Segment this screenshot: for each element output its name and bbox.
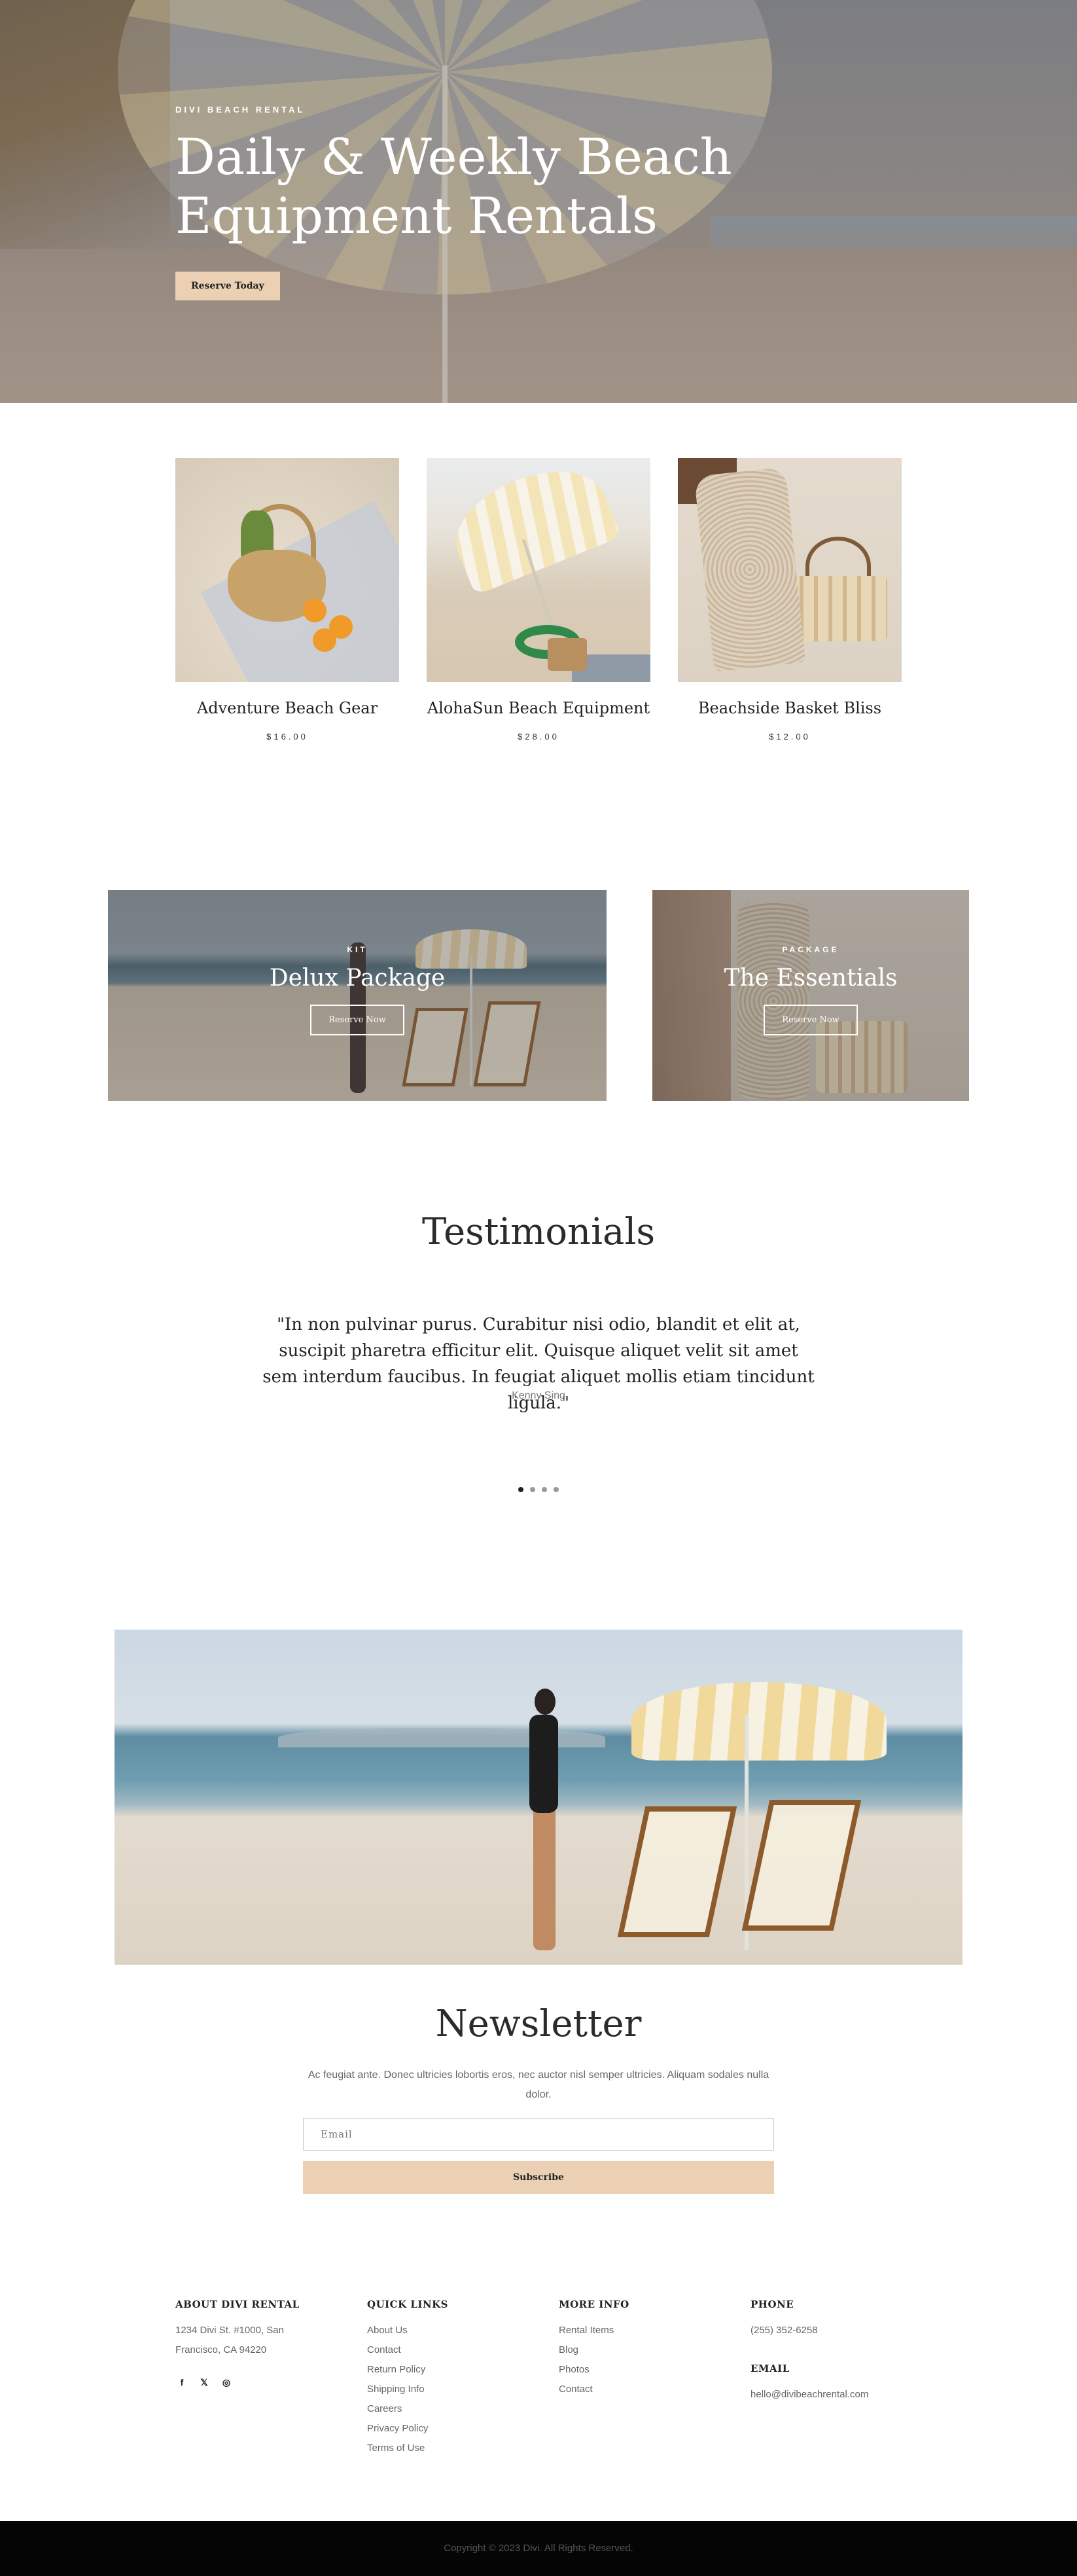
product-name[interactable]: AlohaSun Beach Equipment	[427, 699, 650, 717]
footer-link-rental-items[interactable]: Rental Items	[559, 2321, 729, 2340]
hero-title: Daily & Weekly Beach Equipment Rentals	[175, 128, 764, 245]
product-price: $16.00	[266, 732, 308, 742]
slider-dot[interactable]	[518, 1487, 523, 1492]
product-card[interactable]: Beachside Basket Bliss $12.00	[678, 458, 902, 742]
package-title: The Essentials	[724, 965, 898, 992]
product-name[interactable]: Adventure Beach Gear	[175, 699, 399, 717]
product-card[interactable]: Adventure Beach Gear $16.00	[175, 458, 399, 742]
newsletter-description: Ac feugiat ante. Donec ultricies loborti…	[308, 2069, 769, 2100]
reserve-now-button[interactable]: Reserve Now	[310, 1005, 404, 1035]
copyright-text: Copyright © 2023 Divi. All Rights Reserv…	[444, 2543, 633, 2554]
hero-content: DIVI BEACH RENTAL Daily & Weekly Beach E…	[175, 105, 764, 300]
hero-eyebrow: DIVI BEACH RENTAL	[175, 105, 306, 115]
social-links: f 𝕏 ◎	[175, 2376, 345, 2389]
facebook-icon[interactable]: f	[175, 2376, 188, 2389]
footer-address-line: 1234 Divi St. #1000, San	[175, 2325, 284, 2336]
footer-link-privacy-policy[interactable]: Privacy Policy	[367, 2419, 537, 2439]
package-content: KIT Delux Package Reserve Now	[108, 945, 607, 1035]
footer-heading: PHONE	[750, 2299, 794, 2310]
footer-link-contact[interactable]: Contact	[367, 2340, 537, 2360]
footer-link-shipping-info[interactable]: Shipping Info	[367, 2380, 537, 2399]
footer-phone[interactable]: (255) 352-6258	[750, 2321, 921, 2340]
testimonial-author: Kenny Sing	[512, 1390, 565, 1401]
slider-dot[interactable]	[530, 1487, 535, 1492]
twitter-icon[interactable]: 𝕏	[198, 2376, 211, 2389]
package-card-delux: KIT Delux Package Reserve Now	[108, 890, 607, 1101]
product-price: $12.00	[769, 732, 811, 742]
footer-link-return-policy[interactable]: Return Policy	[367, 2360, 537, 2380]
footer-heading: QUICK LINKS	[367, 2299, 449, 2310]
footer-link-terms-of-use[interactable]: Terms of Use	[367, 2439, 537, 2458]
hero-title-line-1: Daily & Weekly Beach	[175, 128, 732, 186]
footer-heading: ABOUT DIVI RENTAL	[175, 2299, 300, 2310]
package-card-essentials: PACKAGE The Essentials Reserve Now	[652, 890, 969, 1101]
more-info-list: Rental Items Blog Photos Contact	[559, 2321, 729, 2399]
testimonials-title: Testimonials	[421, 1211, 656, 1253]
product-image[interactable]	[427, 458, 650, 682]
instagram-icon[interactable]: ◎	[220, 2376, 233, 2389]
newsletter-title: Newsletter	[435, 2003, 642, 2045]
footer-link-careers[interactable]: Careers	[367, 2399, 537, 2419]
reserve-now-button[interactable]: Reserve Now	[764, 1005, 858, 1035]
reserve-today-button[interactable]: Reserve Today	[175, 272, 280, 300]
slider-dot[interactable]	[542, 1487, 547, 1492]
package-content: PACKAGE The Essentials Reserve Now	[652, 945, 969, 1035]
footer-heading: EMAIL	[750, 2363, 790, 2374]
product-name[interactable]: Beachside Basket Bliss	[678, 699, 902, 717]
footer-about-column: ABOUT DIVI RENTAL 1234 Divi St. #1000, S…	[175, 2299, 345, 2389]
subscribe-button[interactable]: Subscribe	[303, 2161, 774, 2194]
copyright-bar: Copyright © 2023 Divi. All Rights Reserv…	[0, 2521, 1077, 2576]
hero-section: DIVI BEACH RENTAL Daily & Weekly Beach E…	[0, 0, 1077, 403]
quick-links-list: About Us Contact Return Policy Shipping …	[367, 2321, 537, 2458]
footer-email[interactable]: hello@divibeachrental.com	[750, 2385, 921, 2405]
beach-lifestyle-image	[115, 1630, 962, 1965]
product-price: $28.00	[518, 732, 559, 742]
package-title: Delux Package	[269, 965, 446, 992]
email-input[interactable]: Email	[303, 2118, 774, 2151]
products-section: Adventure Beach Gear $16.00 AlohaSun Bea…	[175, 458, 902, 746]
footer-link-blog[interactable]: Blog	[559, 2340, 729, 2360]
footer-quick-links-column: QUICK LINKS About Us Contact Return Poli…	[367, 2299, 537, 2458]
testimonial-pagination	[0, 1487, 1077, 1492]
footer-link-contact-info[interactable]: Contact	[559, 2380, 729, 2399]
footer-address-line: Francisco, CA 94220	[175, 2344, 267, 2355]
product-image[interactable]	[678, 458, 902, 682]
product-card[interactable]: AlohaSun Beach Equipment $28.00	[427, 458, 650, 742]
slider-dot[interactable]	[554, 1487, 559, 1492]
package-tag: KIT	[347, 945, 368, 954]
footer-link-photos[interactable]: Photos	[559, 2360, 729, 2380]
footer: ABOUT DIVI RENTAL 1234 Divi St. #1000, S…	[175, 2299, 902, 2482]
footer-contact-column: PHONE (255) 352-6258 EMAIL hello@divibea…	[750, 2299, 921, 2405]
footer-link-about-us[interactable]: About Us	[367, 2321, 537, 2340]
footer-more-info-column: MORE INFO Rental Items Blog Photos Conta…	[559, 2299, 729, 2399]
product-image[interactable]	[175, 458, 399, 682]
footer-heading: MORE INFO	[559, 2299, 629, 2310]
package-tag: PACKAGE	[782, 945, 839, 954]
hero-title-line-2: Equipment Rentals	[175, 187, 658, 245]
